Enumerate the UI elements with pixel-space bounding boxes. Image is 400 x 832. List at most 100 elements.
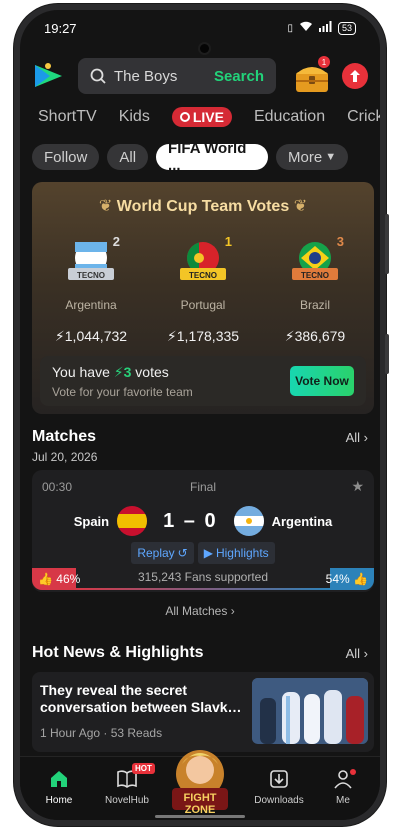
replay-label: Replay [137,546,175,560]
nav-novelhub[interactable]: HOT NovelHub [92,763,162,806]
power-button [385,334,389,374]
your-votes-panel: You have ⚡3 votes Vote for your favorite… [40,356,366,406]
fight-zone-button[interactable]: FIGHT ZONE [166,744,234,816]
chevron-right-icon: › [363,429,368,445]
matches-header: Matches All › [32,428,368,446]
thumbs-up-icon: 👍 [353,572,368,586]
rank-badge: 1 [224,234,232,249]
your-votes-count: 3 [123,364,132,380]
tab-cricket[interactable]: Cricket [347,108,380,126]
vote-subtitle: Vote for your favorite team [52,385,193,399]
video-icon: ▶ [203,546,213,560]
votes-icon: ⚡ [284,328,295,344]
hot-badge: HOT [132,763,155,774]
highlights-label: Highlights [215,546,269,560]
download-icon [244,769,314,791]
status-time: 19:27 [44,20,77,36]
spain-flag-icon [117,506,148,536]
filter-follow[interactable]: Follow [32,144,100,170]
votes-count: 386,679 [294,328,346,344]
vote-now-button[interactable]: Vote Now [290,366,354,396]
nav-me[interactable]: Me [308,769,378,806]
team-name: Portugal [180,298,226,312]
brand-label: TECNO [77,271,105,280]
news-title: Hot News & Highlights [32,644,204,661]
world-cup-vote-card: ❦ World Cup Team Votes ❦ 2 TECNO Argenti… [32,182,374,414]
nav-me-label: Me [336,795,350,806]
laurel-right-icon: ❦ [293,198,308,215]
votes-count: 1,044,732 [64,328,128,344]
replay-button[interactable]: Replay ↺ [131,542,194,564]
matches-all-label: All [345,429,361,445]
portugal-badge-icon: 1 TECNO [178,234,232,286]
vote-title-text: World Cup Team Votes [116,198,290,215]
news-all-link[interactable]: All › [346,646,368,661]
filter-more[interactable]: More ▼ [276,144,349,170]
status-icons: ▯ 53 [287,21,356,35]
match-links: Replay ↺ ▶ Highlights [32,542,374,564]
match-card[interactable]: 00:30 Final ★ Spain 1 – 0 Argentina Repl… [32,470,374,592]
argentina-badge-icon: 2 TECNO [66,234,120,286]
filter-fifa-world[interactable]: FIFA World ... [156,140,269,174]
away-support[interactable]: 54% 👍 [326,572,368,586]
tab-live[interactable]: LIVE [171,107,232,127]
team-votes: ⚡386,679 [270,328,360,345]
brand-label: TECNO [189,271,217,280]
nav-downloads[interactable]: Downloads [244,769,314,806]
laurel-left-icon: ❦ [98,198,113,215]
front-camera [200,44,209,53]
volume-button [385,214,389,274]
filter-all[interactable]: All [107,144,149,170]
home-indicator [155,815,245,818]
search-input[interactable]: The Boys [114,68,214,85]
news-all-label: All [345,645,361,661]
news-thumbnail [252,678,368,744]
news-header: Hot News & Highlights All › [32,644,368,662]
brand-label: TECNO [301,271,329,280]
highlights-button[interactable]: ▶ Highlights [197,542,275,564]
tab-shorttv[interactable]: ShortTV [38,108,97,126]
search-icon [90,68,106,84]
nav-home[interactable]: Home [24,769,94,806]
news-item-title: They reveal the secret conversation betw… [40,682,242,715]
phone-frame: 19:27 ▯ 53 The Boys Search 1 ShortTV Kid… [14,4,389,826]
matches-title: Matches [32,428,97,445]
vote-card-title: ❦ World Cup Team Votes ❦ [32,196,374,216]
user-icon [308,769,378,791]
book-icon: HOT [92,763,162,791]
you-have-label: You have [52,364,110,380]
fans-supported: 315,243 Fans supported [137,570,269,584]
votes-icon: ⚡ [113,364,124,380]
away-support-pct: 54% [325,572,350,586]
tab-education[interactable]: Education [254,108,325,126]
chevron-right-icon: › [230,604,235,618]
team-votes: ⚡1,178,335 [158,328,248,345]
screen: 19:27 ▯ 53 The Boys Search 1 ShortTV Kid… [20,10,380,820]
wifi-icon [299,21,313,35]
treasure-chest-icon[interactable]: 1 [292,56,332,94]
battery-icon: 53 [337,21,356,35]
match-status: Final [189,480,216,494]
nav-home-label: Home [45,795,73,806]
away-team-name: Argentina [271,513,333,529]
tab-kids[interactable]: Kids [119,108,150,126]
home-team-name: Spain [73,513,110,529]
app-logo[interactable] [32,59,66,93]
news-item-meta: 1 Hour Ago · 53 Reads [40,726,163,740]
team-portugal[interactable]: 1 TECNO Portugal ⚡1,178,335 [158,234,248,345]
matches-all-link[interactable]: All › [346,430,368,445]
team-brazil[interactable]: 3 TECNO Brazil ⚡386,679 [270,234,360,345]
notification-dot [350,769,356,775]
upload-button[interactable] [342,63,368,89]
star-icon[interactable]: ★ [351,478,364,495]
search-bar[interactable]: The Boys Search [78,58,276,94]
search-button[interactable]: Search [214,68,264,85]
team-argentina[interactable]: 2 TECNO Argentina ⚡1,044,732 [46,234,136,345]
app-header: The Boys Search 1 [32,56,368,96]
all-matches-label: All Matches [165,604,228,618]
news-item[interactable]: They reveal the secret conversation betw… [32,672,374,752]
nav-downloads-label: Downloads [254,795,304,806]
bottom-nav: Home HOT NovelHub FIGHT ZONE Downloads M… [20,750,380,820]
all-matches-link[interactable]: All Matches › [20,604,380,618]
chevron-down-icon: ▼ [325,151,337,163]
